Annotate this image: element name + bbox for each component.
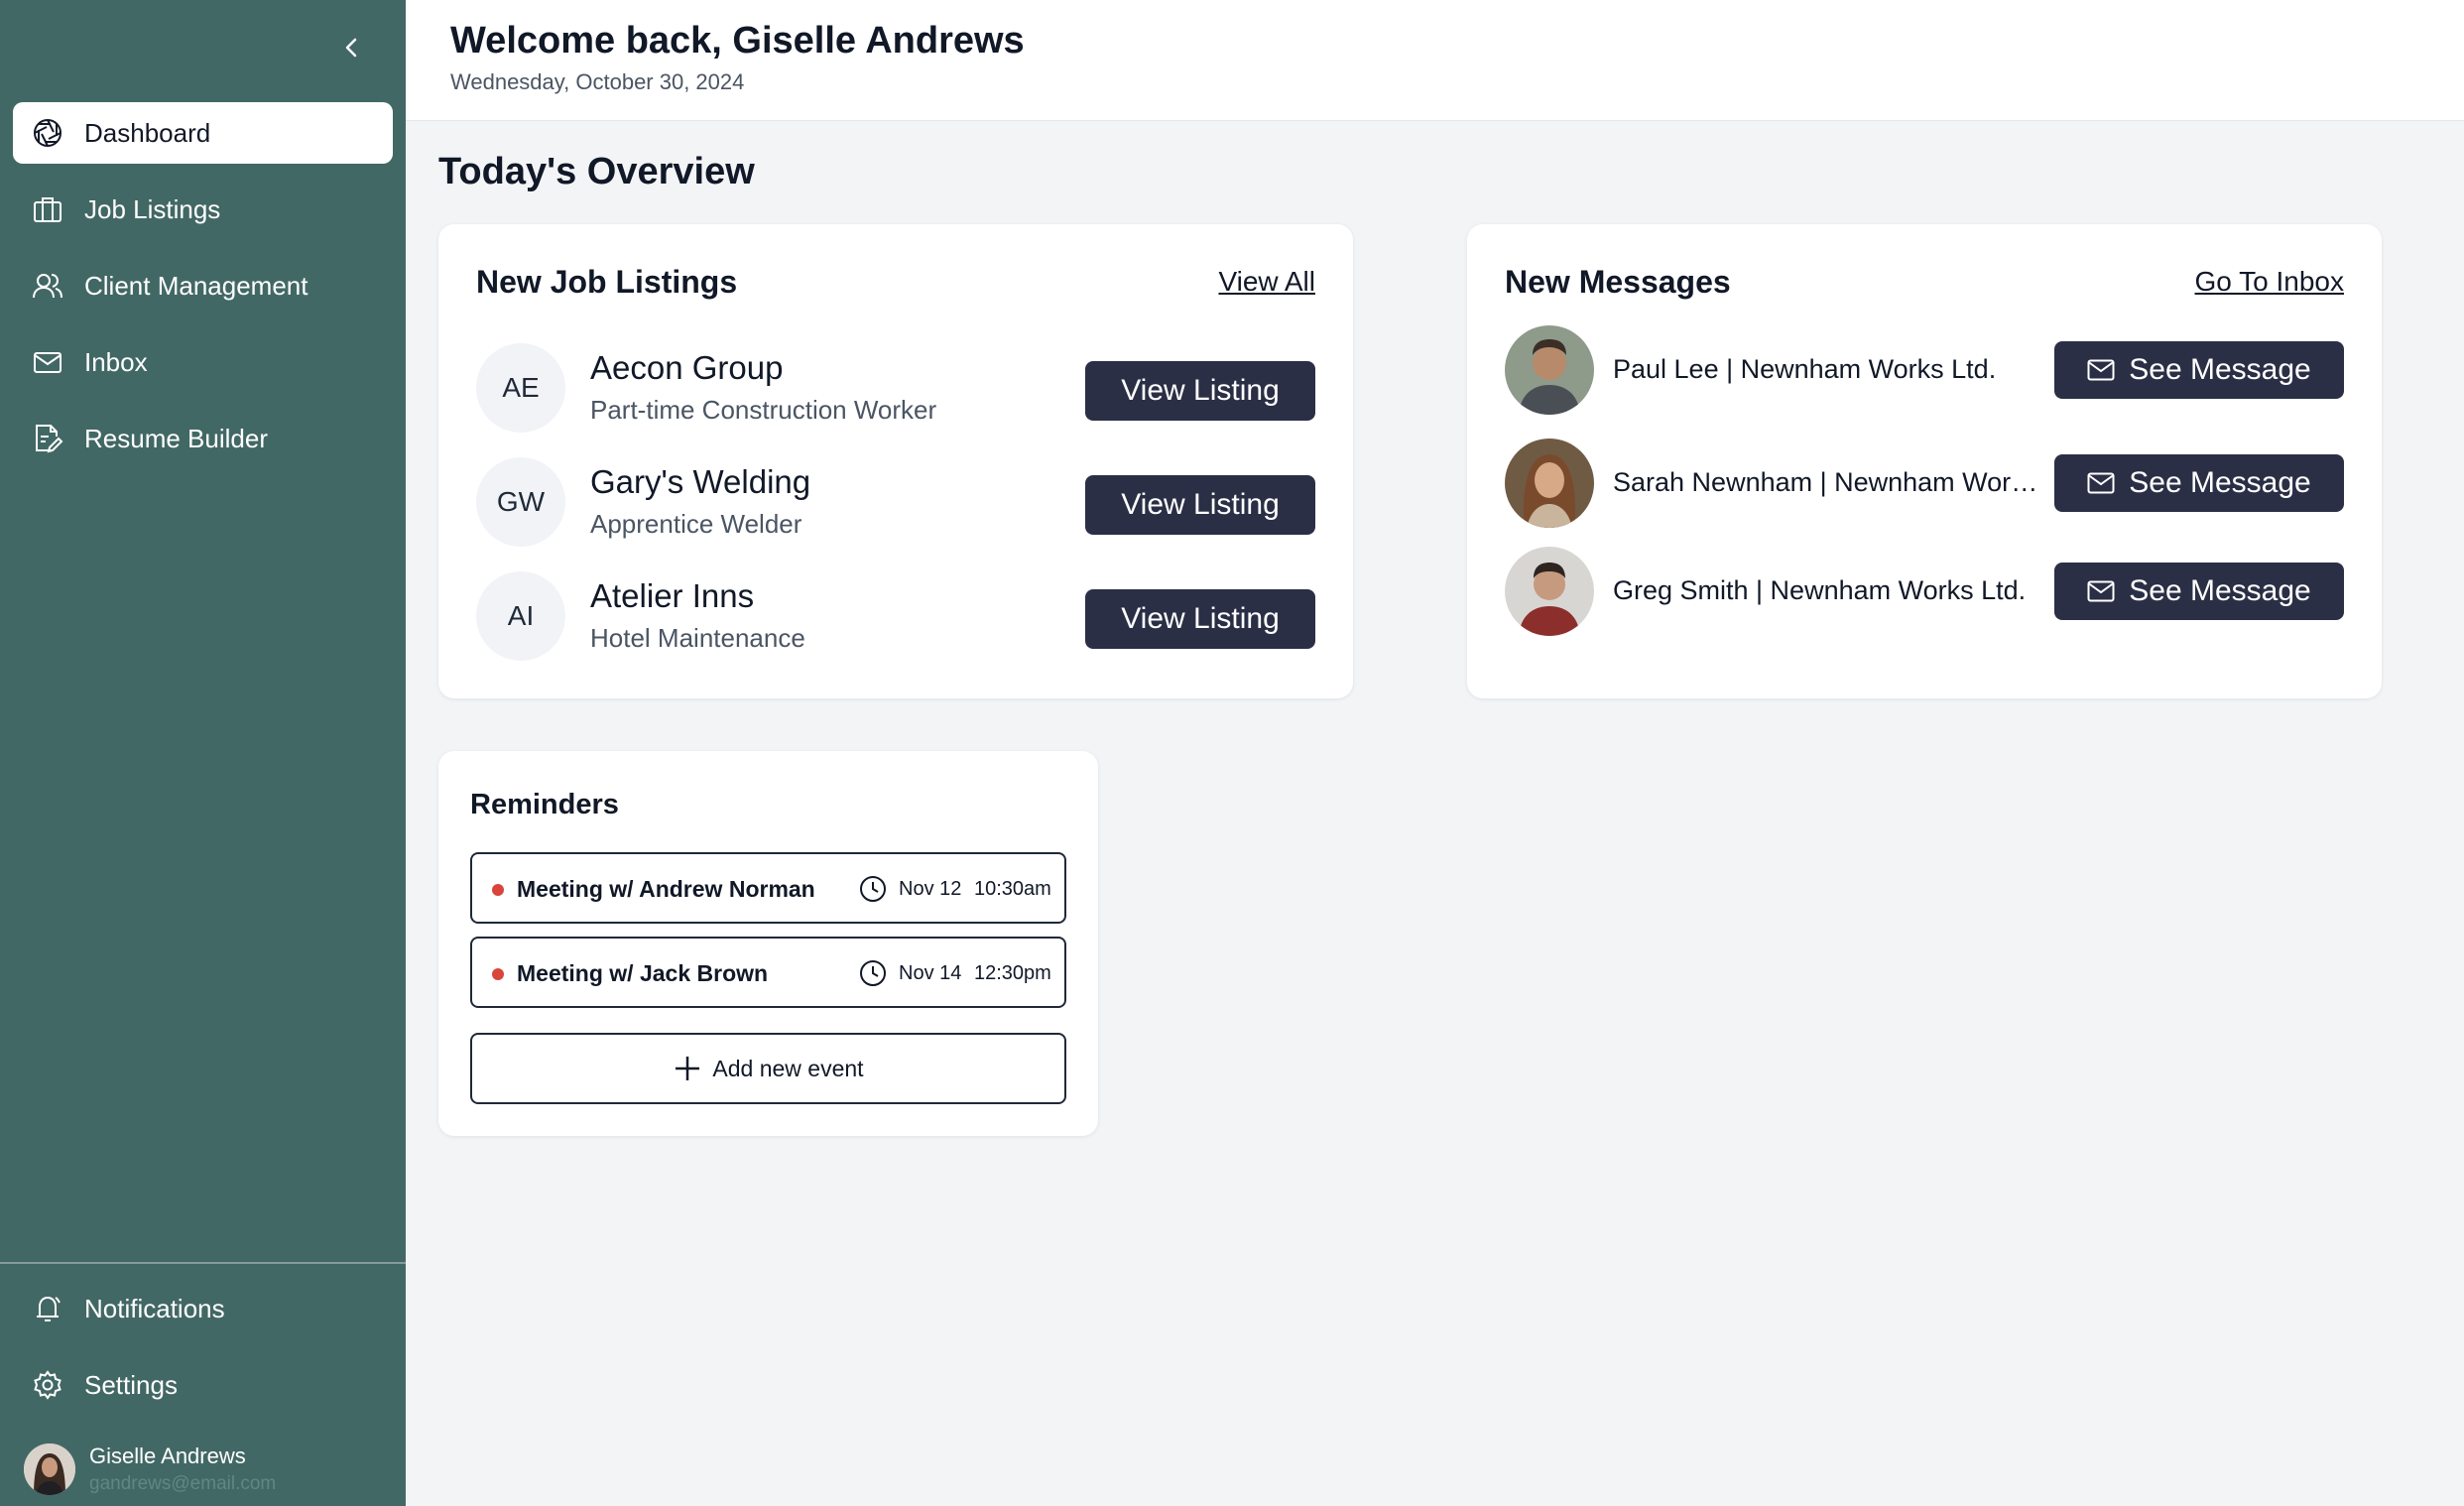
company-name: Atelier Inns bbox=[590, 577, 755, 614]
view-listing-button[interactable]: View Listing bbox=[1085, 589, 1315, 649]
sidebar-item-label: Inbox bbox=[84, 346, 148, 377]
clock-icon bbox=[860, 960, 886, 986]
avatar bbox=[1505, 439, 1594, 528]
job-role: Part-time Construction Worker bbox=[590, 395, 937, 425]
reminder-time: 10:30am bbox=[974, 878, 1051, 900]
view-all-link[interactable]: View All bbox=[1218, 266, 1315, 298]
sidebar-item-client-management[interactable]: Client Management bbox=[13, 255, 393, 316]
reminder-date: Nov 14 bbox=[899, 962, 962, 984]
current-date: Wednesday, October 30, 2024 bbox=[450, 69, 745, 94]
user-email: gandrews@email.com bbox=[89, 1473, 277, 1494]
mail-icon bbox=[2087, 472, 2115, 494]
mail-icon bbox=[2087, 359, 2115, 381]
message-sender: Greg Smith | Newnham Works Ltd. bbox=[1613, 575, 2027, 605]
card-title: New Messages bbox=[1505, 264, 1731, 300]
card-title: Reminders bbox=[470, 789, 619, 820]
bell-icon bbox=[31, 1292, 64, 1325]
company-name: Aecon Group bbox=[590, 349, 784, 386]
message-row: Greg Smith | Newnham Works Ltd. See Mess… bbox=[1505, 547, 2344, 636]
reminder-date: Nov 12 bbox=[899, 878, 962, 900]
sidebar-item-notifications[interactable]: Notifications bbox=[13, 1278, 393, 1339]
message-sender: Sarah Newnham | Newnham Works Ltd. bbox=[1613, 467, 2049, 497]
button-label: Add new event bbox=[712, 1055, 864, 1081]
page-title: Welcome back, Giselle Andrews bbox=[450, 20, 1025, 62]
reminder-item[interactable]: Meeting w/ Andrew Norman Nov 12 10:30am bbox=[470, 852, 1066, 924]
avatar bbox=[1505, 547, 1594, 636]
sidebar-item-label: Notifications bbox=[84, 1293, 225, 1323]
message-row: Paul Lee | Newnham Works Ltd. See Messag… bbox=[1505, 325, 2344, 415]
sidebar-item-label: Job Listings bbox=[84, 193, 221, 224]
company-initials: GW bbox=[476, 457, 565, 547]
see-message-button[interactable]: See Message bbox=[2054, 563, 2344, 620]
clock-icon bbox=[860, 876, 886, 902]
sidebar-item-settings[interactable]: Settings bbox=[13, 1354, 393, 1416]
view-listing-button[interactable]: View Listing bbox=[1085, 361, 1315, 421]
users-icon bbox=[31, 269, 64, 303]
user-profile[interactable]: Giselle Andrews gandrews@email.com bbox=[24, 1443, 276, 1495]
sidebar-item-inbox[interactable]: Inbox bbox=[13, 331, 393, 393]
sidebar-bottom-nav: Notifications Settings bbox=[13, 1278, 393, 1431]
job-listings-card: New Job Listings View All AE Aecon Group… bbox=[438, 224, 1353, 698]
reminder-label: Meeting w/ Jack Brown bbox=[517, 960, 769, 986]
sidebar-item-label: Client Management bbox=[84, 270, 308, 301]
sidebar-item-label: Settings bbox=[84, 1369, 178, 1400]
reminders-card: Reminders Meeting w/ Andrew Norman Nov 1… bbox=[438, 751, 1098, 1136]
job-role: Apprentice Welder bbox=[590, 509, 802, 539]
chevron-left-icon bbox=[345, 38, 357, 58]
sidebar-item-label: Resume Builder bbox=[84, 423, 268, 453]
company-initials: AE bbox=[476, 343, 565, 433]
message-sender: Paul Lee | Newnham Works Ltd. bbox=[1613, 354, 1997, 384]
gear-icon bbox=[31, 1368, 64, 1402]
job-row: AI Atelier Inns Hotel Maintenance View L… bbox=[476, 571, 1315, 663]
reminder-time: 12:30pm bbox=[974, 962, 1051, 984]
card-title: New Job Listings bbox=[476, 264, 738, 300]
reminder-item[interactable]: Meeting w/ Jack Brown Nov 14 12:30pm bbox=[470, 937, 1066, 1008]
reminder-label: Meeting w/ Andrew Norman bbox=[517, 876, 815, 902]
sidebar-nav: Dashboard Job Listings Client Management… bbox=[13, 102, 393, 484]
status-dot bbox=[492, 968, 504, 980]
user-name: Giselle Andrews bbox=[89, 1443, 246, 1468]
sidebar-item-label: Dashboard bbox=[84, 117, 211, 148]
page-header: Welcome back, Giselle Andrews Wednesday,… bbox=[406, 0, 2464, 121]
message-row: Sarah Newnham | Newnham Works Ltd. See M… bbox=[1505, 439, 2344, 528]
mail-icon bbox=[31, 345, 64, 379]
sidebar-item-dashboard[interactable]: Dashboard bbox=[13, 102, 393, 164]
document-edit-icon bbox=[31, 422, 64, 455]
see-message-button[interactable]: See Message bbox=[2054, 454, 2344, 512]
mail-icon bbox=[2087, 580, 2115, 602]
plus-icon bbox=[676, 1057, 700, 1080]
button-label: See Message bbox=[2129, 353, 2311, 386]
avatar bbox=[1505, 325, 1594, 415]
company-name: Gary's Welding bbox=[590, 463, 811, 500]
button-label: See Message bbox=[2129, 466, 2311, 499]
job-row: GW Gary's Welding Apprentice Welder View… bbox=[476, 457, 1315, 549]
briefcase-icon bbox=[31, 192, 64, 226]
job-role: Hotel Maintenance bbox=[590, 623, 805, 653]
sidebar-divider bbox=[0, 1262, 406, 1264]
button-label: See Message bbox=[2129, 574, 2311, 607]
go-to-inbox-link[interactable]: Go To Inbox bbox=[2195, 266, 2344, 298]
company-initials: AI bbox=[476, 571, 565, 661]
messages-card: New Messages Go To Inbox Paul Lee | Newn… bbox=[1467, 224, 2382, 698]
avatar bbox=[24, 1443, 75, 1495]
add-event-button[interactable]: Add new event bbox=[470, 1033, 1066, 1104]
job-row: AE Aecon Group Part-time Construction Wo… bbox=[476, 343, 1315, 435]
sidebar: Dashboard Job Listings Client Management… bbox=[0, 0, 406, 1506]
sidebar-item-resume-builder[interactable]: Resume Builder bbox=[13, 408, 393, 469]
aperture-icon bbox=[31, 116, 64, 150]
collapse-sidebar-button[interactable] bbox=[337, 32, 365, 63]
status-dot bbox=[492, 884, 504, 896]
view-listing-button[interactable]: View Listing bbox=[1085, 475, 1315, 535]
see-message-button[interactable]: See Message bbox=[2054, 341, 2344, 399]
sidebar-item-job-listings[interactable]: Job Listings bbox=[13, 179, 393, 240]
section-title: Today's Overview bbox=[438, 151, 755, 192]
